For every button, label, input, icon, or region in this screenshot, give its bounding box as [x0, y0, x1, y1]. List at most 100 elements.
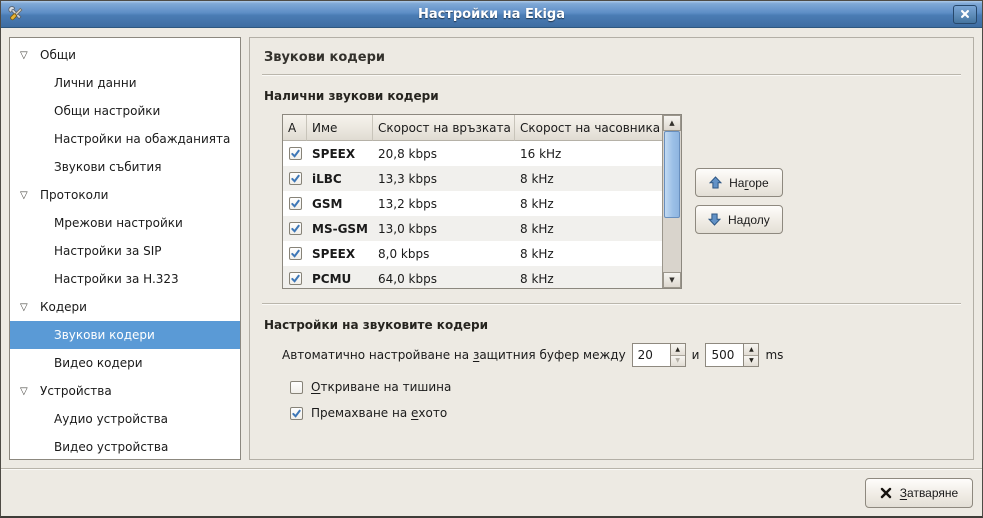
- close-icon: [960, 9, 970, 19]
- close-x-icon: [880, 487, 892, 499]
- column-header-name[interactable]: Име: [307, 115, 373, 141]
- codec-bitrate: 8,0 kbps: [373, 241, 515, 266]
- codec-table: А Име Скорост на връзката Скорост на час…: [282, 114, 682, 289]
- page-title: Звукови кодери: [262, 48, 961, 74]
- reorder-buttons: Нагоре Надолу: [695, 114, 783, 234]
- sidebar-item-label: Настройки на обажданията: [54, 132, 230, 146]
- codec-clock-rate: 8 kHz: [515, 191, 662, 216]
- silence-detection-row: Откриване на тишина: [290, 380, 961, 394]
- codec-enabled-checkbox[interactable]: [289, 272, 302, 285]
- codec-clock-rate: 8 kHz: [515, 266, 662, 288]
- column-header-bitrate[interactable]: Скорост на връзката: [373, 115, 515, 141]
- codec-name: GSM: [307, 191, 373, 216]
- window-title: Настройки на Ekiga: [1, 1, 982, 28]
- table-scrollbar[interactable]: ▲ ▼: [662, 115, 681, 288]
- dialog-body: ▽ОбщиЛични данни Общи настройки Настройки …: [1, 29, 982, 468]
- expander-icon[interactable]: ▽: [20, 50, 40, 61]
- codec-name: SPEEX: [307, 141, 373, 166]
- jitter-min-spinner[interactable]: 20 ▲ ▼: [632, 343, 686, 367]
- sidebar-item-label: Общи настройки: [54, 104, 160, 118]
- spin-down-icon[interactable]: ▼: [671, 355, 685, 367]
- sidebar-item[interactable]: Звукови събития: [10, 153, 240, 181]
- table-row[interactable]: iLBC13,3 kbps8 kHz: [283, 166, 662, 191]
- sidebar-item[interactable]: ▽Протоколи: [10, 181, 240, 209]
- codec-clock-rate: 8 kHz: [515, 166, 662, 191]
- table-row[interactable]: MS-GSM13,0 kbps8 kHz: [283, 216, 662, 241]
- scrollbar-track[interactable]: [663, 131, 681, 272]
- table-row[interactable]: SPEEX8,0 kbps8 kHz: [283, 241, 662, 266]
- codec-enabled-checkbox[interactable]: [289, 197, 302, 210]
- sidebar-item[interactable]: ▽Кодери: [10, 293, 240, 321]
- jitter-min-value[interactable]: 20: [633, 344, 670, 366]
- action-area: Затваряне: [1, 468, 982, 516]
- tools-icon: [6, 4, 26, 24]
- spin-up-icon[interactable]: ▲: [744, 344, 758, 355]
- codec-name: SPEEX: [307, 241, 373, 266]
- codec-enabled-checkbox[interactable]: [289, 172, 302, 185]
- codec-bitrate: 13,3 kbps: [373, 166, 515, 191]
- move-up-button[interactable]: Нагоре: [695, 168, 783, 197]
- spin-up-icon[interactable]: ▲: [671, 344, 685, 355]
- jitter-buffer-label: Автоматично настройване на защитния буфе…: [282, 348, 626, 362]
- jitter-unit-label: ms: [765, 348, 783, 362]
- column-header-clock[interactable]: Скорост на часовника: [515, 115, 662, 141]
- codec-name: MS-GSM: [307, 216, 373, 241]
- sidebar-item-label: Настройки за H.323: [54, 272, 179, 286]
- codec-clock-rate: 16 kHz: [515, 141, 662, 166]
- codec-enabled-checkbox[interactable]: [289, 222, 302, 235]
- sidebar-item[interactable]: ▽Общи: [10, 41, 240, 69]
- spin-down-icon[interactable]: ▼: [744, 355, 758, 367]
- sidebar-item[interactable]: Мрежови настройки: [10, 209, 240, 237]
- sidebar-item-label: Аудио устройства: [54, 412, 168, 426]
- codec-enabled-checkbox[interactable]: [289, 147, 302, 160]
- jitter-max-spinner[interactable]: 500 ▲ ▼: [705, 343, 759, 367]
- codec-table-body: SPEEX20,8 kbps16 kHziLBC13,3 kbps8 kHzGS…: [283, 141, 662, 288]
- arrow-down-icon: [708, 213, 721, 226]
- scroll-up-icon[interactable]: ▲: [663, 115, 681, 131]
- echo-cancellation-label: Премахване на ехото: [311, 406, 447, 420]
- sidebar-item-label: Настройки за SIP: [54, 244, 162, 258]
- table-row[interactable]: SPEEX20,8 kbps16 kHz: [283, 141, 662, 166]
- sidebar-item[interactable]: Видео устройства: [10, 433, 240, 460]
- codec-enabled-checkbox[interactable]: [289, 247, 302, 260]
- expander-icon[interactable]: ▽: [20, 386, 40, 397]
- echo-cancellation-checkbox[interactable]: [290, 407, 303, 420]
- codec-bitrate: 64,0 kbps: [373, 266, 515, 288]
- expander-icon[interactable]: ▽: [20, 190, 40, 201]
- scroll-down-icon[interactable]: ▼: [663, 272, 681, 288]
- sidebar-item[interactable]: Настройки на обажданията: [10, 125, 240, 153]
- jitter-buffer-row: Автоматично настройване на защитния буфе…: [282, 343, 961, 367]
- close-button[interactable]: Затваряне: [865, 478, 973, 508]
- codec-clock-rate: 8 kHz: [515, 216, 662, 241]
- echo-cancellation-row: Премахване на ехото: [290, 406, 961, 420]
- sidebar-item-label: Устройства: [40, 384, 112, 398]
- column-header-active[interactable]: А: [283, 115, 307, 141]
- codec-table-header: А Име Скорост на връзката Скорост на час…: [283, 115, 662, 141]
- sidebar-item-label: Видео кодери: [54, 356, 143, 370]
- expander-icon[interactable]: ▽: [20, 302, 40, 313]
- codec-name: PCMU: [307, 266, 373, 288]
- silence-detection-label: Откриване на тишина: [311, 380, 451, 394]
- codec-name: iLBC: [307, 166, 373, 191]
- silence-detection-checkbox[interactable]: [290, 381, 303, 394]
- jitter-max-value[interactable]: 500: [706, 344, 743, 366]
- arrow-up-icon: [709, 176, 722, 189]
- sidebar-item[interactable]: Общи настройки: [10, 97, 240, 125]
- titlebar[interactable]: Настройки на Ekiga: [1, 1, 982, 28]
- main-panel: Звукови кодери Налични звукови кодери А …: [249, 37, 974, 460]
- sidebar-item[interactable]: Звукови кодери: [10, 321, 240, 349]
- codec-settings-heading: Настройки на звуковите кодери: [264, 318, 961, 332]
- sidebar-item[interactable]: Видео кодери: [10, 349, 240, 377]
- table-row[interactable]: GSM13,2 kbps8 kHz: [283, 191, 662, 216]
- scrollbar-thumb[interactable]: [664, 131, 680, 218]
- sidebar-item[interactable]: Аудио устройства: [10, 405, 240, 433]
- move-down-button[interactable]: Надолу: [695, 205, 783, 234]
- sidebar-item-label: Мрежови настройки: [54, 216, 183, 230]
- codec-table-columns: А Име Скорост на връзката Скорост на час…: [283, 115, 662, 288]
- sidebar-item[interactable]: Настройки за SIP: [10, 237, 240, 265]
- sidebar-item[interactable]: Лични данни: [10, 69, 240, 97]
- table-row[interactable]: PCMU64,0 kbps8 kHz: [283, 266, 662, 288]
- sidebar-item[interactable]: Настройки за H.323: [10, 265, 240, 293]
- sidebar-item[interactable]: ▽Устройства: [10, 377, 240, 405]
- window-close-button[interactable]: [953, 5, 977, 24]
